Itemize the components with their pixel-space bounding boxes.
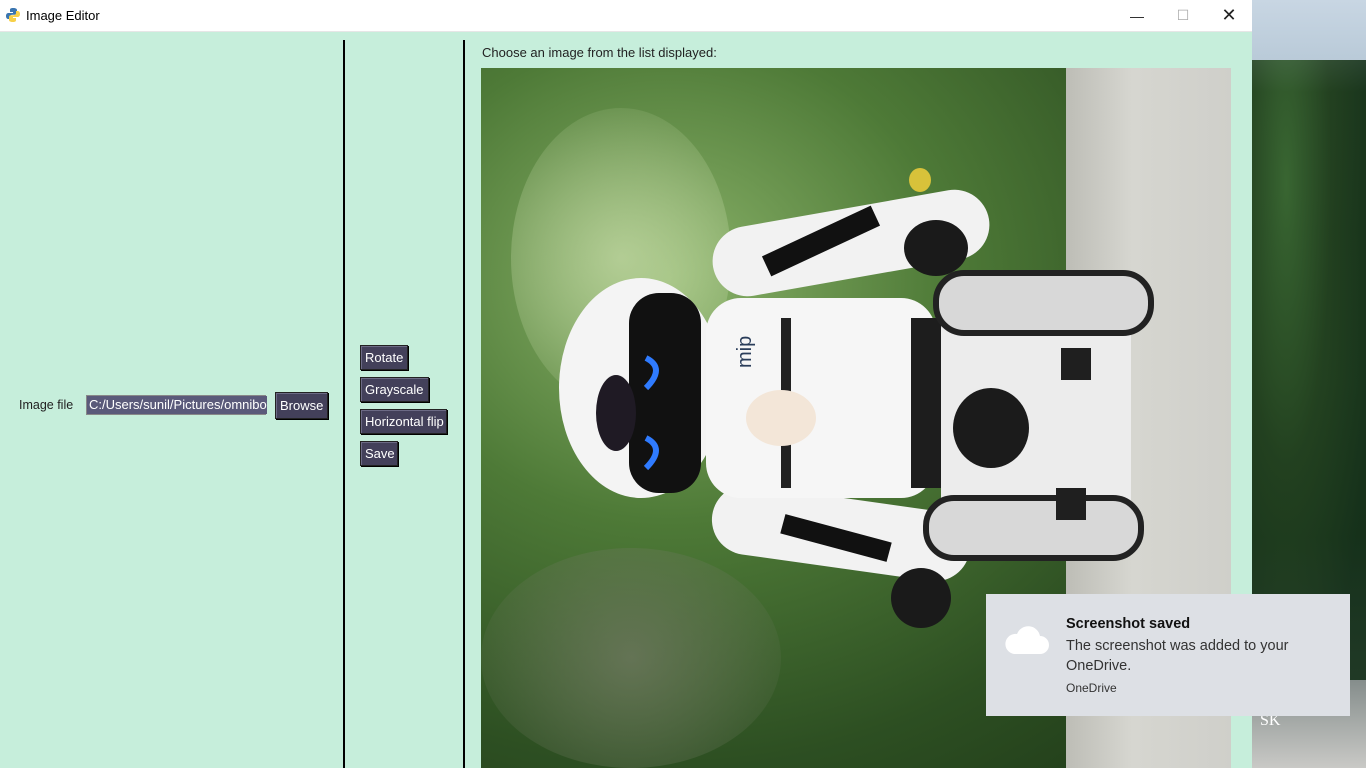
maximize-button[interactable]: ☐ bbox=[1160, 0, 1206, 31]
title-bar: Image Editor — ☐ ✕ bbox=[0, 0, 1252, 32]
image-path-input[interactable]: C:/Users/sunil/Pictures/omnibot bbox=[86, 395, 267, 415]
cloud-icon bbox=[1005, 626, 1049, 654]
toast-title: Screenshot saved bbox=[1066, 616, 1191, 632]
desktop-hills bbox=[1252, 60, 1366, 680]
rotate-button[interactable]: Rotate bbox=[360, 345, 408, 370]
window-title: Image Editor bbox=[26, 8, 100, 23]
robot-logo: mip bbox=[734, 336, 756, 368]
image-path-value: C:/Users/sunil/Pictures/omnibot bbox=[87, 396, 267, 414]
toast-body: The screenshot was added to your OneDriv… bbox=[1066, 638, 1289, 674]
grayscale-button[interactable]: Grayscale bbox=[360, 377, 429, 402]
horizontal-flip-button[interactable]: Horizontal flip bbox=[360, 409, 447, 434]
viewer-instruction: Choose an image from the list displayed: bbox=[482, 45, 717, 60]
save-button[interactable]: Save bbox=[360, 441, 398, 466]
pane-divider bbox=[343, 40, 345, 768]
minimize-button[interactable]: — bbox=[1114, 0, 1160, 31]
image-file-label: Image file bbox=[19, 398, 74, 412]
pane-divider bbox=[463, 40, 465, 768]
notification-toast[interactable]: Screenshot saved The screenshot was adde… bbox=[986, 594, 1350, 716]
close-button[interactable]: ✕ bbox=[1206, 0, 1252, 31]
browse-button[interactable]: Browse bbox=[275, 392, 328, 419]
toast-source: OneDrive bbox=[1066, 681, 1117, 695]
python-app-icon bbox=[6, 8, 20, 22]
